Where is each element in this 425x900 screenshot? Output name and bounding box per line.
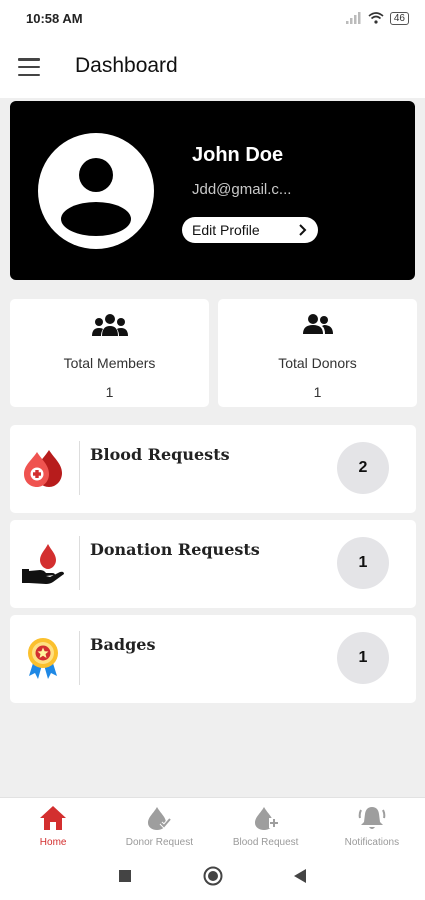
stat-value: 1	[105, 384, 114, 400]
bell-icon	[358, 807, 386, 829]
total-members-card[interactable]: Total Members 1	[10, 299, 209, 407]
divider	[79, 441, 80, 495]
signal-icon	[345, 12, 361, 24]
app-bar: Dashboard	[0, 36, 425, 98]
profile-name: John Doe	[192, 144, 284, 166]
count-badge[interactable]: 2	[337, 442, 389, 494]
blood-requests-card[interactable]: Blood Requests 2	[10, 425, 416, 513]
edit-profile-label: Edit Profile	[192, 222, 260, 238]
home-circle-icon[interactable]	[203, 866, 223, 886]
nav-blood-request[interactable]: Blood Request	[213, 798, 319, 857]
status-bar: 10:58 AM 46	[0, 0, 425, 36]
drop-check-icon	[148, 807, 172, 830]
badge-ribbon-icon	[28, 638, 58, 679]
hamburger-menu-icon[interactable]	[18, 58, 40, 76]
chevron-right-icon	[299, 224, 307, 236]
count-badge[interactable]: 1	[337, 537, 389, 589]
person-avatar-icon	[38, 133, 154, 249]
request-label: Badges	[90, 635, 156, 654]
stat-label: Total Members	[63, 355, 156, 371]
people-icon	[302, 314, 333, 334]
total-donors-card[interactable]: Total Donors 1	[218, 299, 417, 407]
bottom-navigation: Home Donor Request Blood Request Notific…	[0, 797, 425, 857]
blood-drop-icon	[24, 450, 62, 487]
request-label: Donation Requests	[90, 540, 260, 559]
donation-requests-card[interactable]: Donation Requests 1	[10, 520, 416, 608]
nav-label: Blood Request	[232, 837, 299, 848]
status-icons: 46	[345, 11, 409, 25]
nav-label: Home	[39, 837, 67, 848]
badges-card[interactable]: Badges 1	[10, 615, 416, 703]
status-time: 10:58 AM	[26, 10, 83, 26]
recent-apps-icon[interactable]	[118, 869, 132, 883]
request-label: Blood Requests	[90, 445, 230, 464]
divider	[79, 536, 80, 590]
drop-plus-icon	[254, 807, 279, 830]
back-icon[interactable]	[293, 868, 307, 884]
count-badge[interactable]: 1	[337, 632, 389, 684]
battery-indicator: 46	[389, 11, 409, 25]
profile-card: John Doe Jdd@gmail.c... Edit Profile	[10, 101, 415, 280]
profile-email: Jdd@gmail.c...	[192, 181, 292, 198]
wifi-icon	[368, 12, 384, 24]
stat-value: 1	[313, 384, 322, 400]
group-icon	[91, 314, 128, 336]
system-navigation-bar	[0, 857, 425, 900]
donation-hand-icon	[22, 544, 64, 584]
nav-notifications[interactable]: Notifications	[319, 798, 425, 857]
page-title: Dashboard	[75, 54, 178, 77]
home-icon	[40, 806, 67, 830]
nav-label: Donor Request	[125, 837, 193, 848]
nav-home[interactable]: Home	[0, 798, 106, 857]
nav-label: Notifications	[344, 837, 400, 848]
divider	[79, 631, 80, 685]
edit-profile-button[interactable]: Edit Profile	[182, 217, 318, 243]
nav-donor-request[interactable]: Donor Request	[106, 798, 212, 857]
stat-label: Total Donors	[278, 355, 357, 371]
